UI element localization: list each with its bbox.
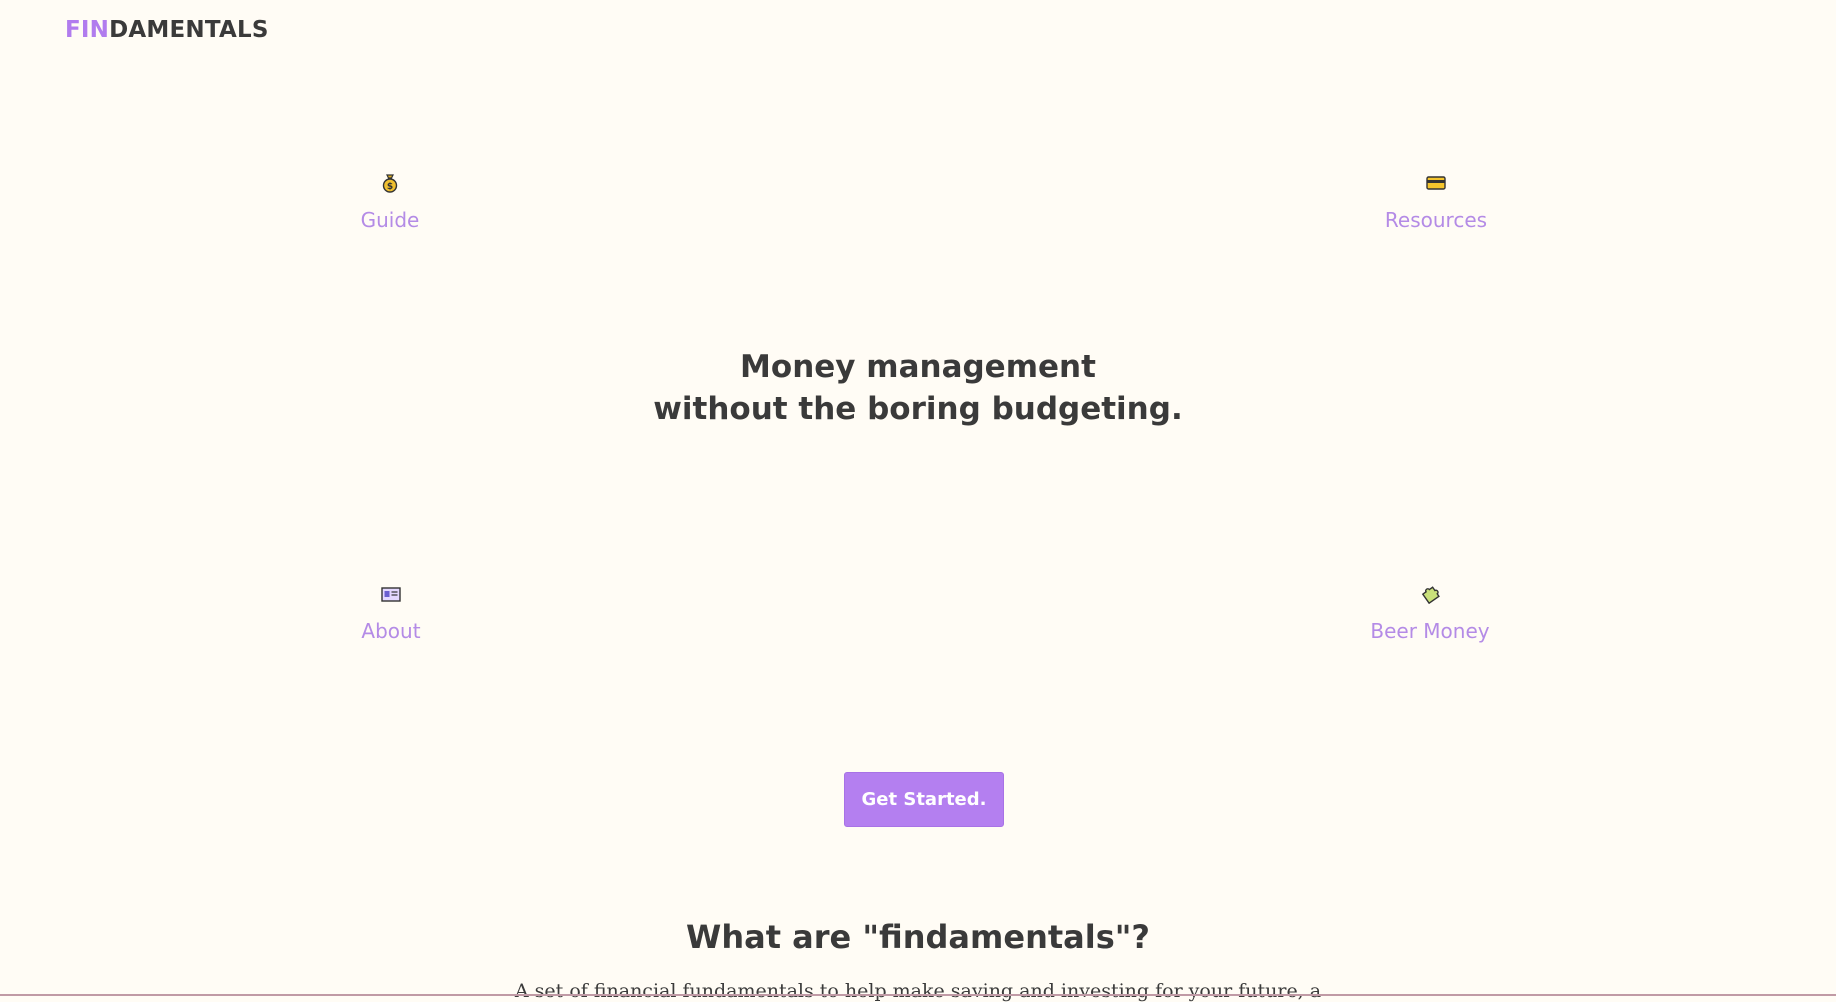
svg-text:$: $	[387, 182, 393, 192]
nav-guide-label: Guide	[360, 208, 420, 232]
nav-resources-label: Resources	[1384, 208, 1488, 232]
id-card-icon	[380, 583, 402, 605]
nav-about-link[interactable]: About	[360, 583, 422, 643]
nav-about-label: About	[361, 619, 421, 643]
site-logo[interactable]: FINDAMENTALS	[65, 17, 269, 43]
hero-line-1: Money management	[740, 349, 1096, 385]
logo-accent-text: FIN	[65, 17, 110, 43]
nav-guide-link[interactable]: $ Guide	[360, 172, 420, 232]
nav-beer-money-label: Beer Money	[1370, 619, 1490, 643]
get-started-button[interactable]: Get Started.	[844, 772, 1004, 827]
logo-rest-text: DAMENTALS	[109, 17, 269, 43]
section-intro-text: A set of financial fundamentals to help …	[514, 980, 1322, 1002]
nav-beer-money-link[interactable]: Beer Money	[1370, 583, 1490, 643]
bottom-divider	[0, 994, 1836, 996]
nav-resources-link[interactable]: Resources	[1380, 172, 1492, 232]
credit-card-icon	[1425, 172, 1447, 194]
puzzle-piece-icon	[1419, 583, 1441, 605]
hero-line-2: without the boring budgeting.	[653, 391, 1183, 427]
money-bag-icon: $	[379, 172, 401, 194]
section-title: What are "findamentals"?	[686, 918, 1150, 956]
hero-heading: Money management without the boring budg…	[0, 346, 1836, 430]
